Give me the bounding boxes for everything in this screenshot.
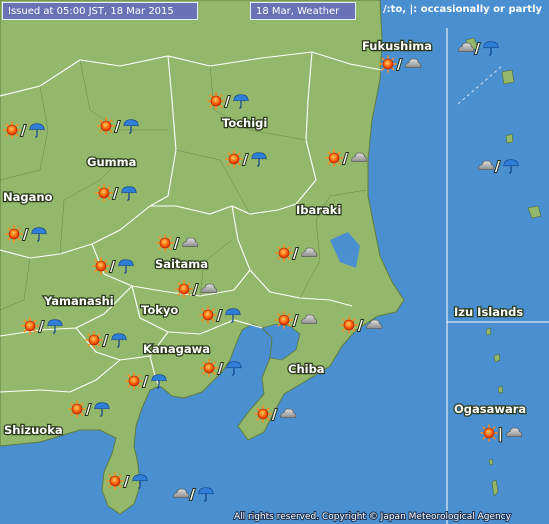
transition-mark: | xyxy=(498,427,503,442)
sun-icon xyxy=(97,117,115,135)
transition-mark: / xyxy=(397,58,402,73)
issued-time-badge: Issued at 05:00 JST, 18 Mar 2015 xyxy=(2,2,198,20)
transition-mark: / xyxy=(86,403,91,418)
transition-mark: / xyxy=(193,283,198,298)
transition-mark: / xyxy=(218,362,223,377)
sun-icon xyxy=(480,424,498,442)
transition-mark: / xyxy=(115,120,120,135)
label-izu-islands: Izu Islands xyxy=(454,305,523,319)
sun-icon xyxy=(21,317,39,335)
sun-icon xyxy=(200,359,218,377)
sun-icon xyxy=(95,184,113,202)
sun-icon xyxy=(3,121,21,139)
date-weather-badge: 18 Mar, Weather xyxy=(250,2,356,20)
transition-mark: / xyxy=(217,309,222,324)
label-tochigi: Tochigi xyxy=(222,116,267,130)
transition-mark: / xyxy=(293,314,298,329)
transition-mark: / xyxy=(475,42,480,57)
label-fukushima: Fukushima xyxy=(362,39,432,53)
transition-mark: / xyxy=(124,475,129,490)
sun-icon xyxy=(199,306,217,324)
transition-mark: / xyxy=(39,320,44,335)
sun-icon xyxy=(379,55,397,73)
transition-mark: / xyxy=(272,408,277,423)
weather-map: Fukushima Tochigi Gumma Nagano Ibaraki S… xyxy=(0,0,549,524)
label-gumma: Gumma xyxy=(87,155,136,169)
sun-icon xyxy=(5,225,23,243)
transition-mark: / xyxy=(190,488,195,503)
label-nagano: Nagano xyxy=(3,190,53,204)
transition-mark: / xyxy=(243,153,248,168)
sun-icon xyxy=(340,316,358,334)
transition-mark: / xyxy=(21,124,26,139)
legend-text: /:to, |: occasionally or partly xyxy=(383,4,543,15)
transition-mark: / xyxy=(103,334,108,349)
label-ibaraki: Ibaraki xyxy=(296,203,341,217)
sun-icon xyxy=(156,234,174,252)
label-kanagawa: Kanagawa xyxy=(143,342,210,356)
label-saitama: Saitama xyxy=(155,257,208,271)
transition-mark: / xyxy=(293,247,298,262)
transition-mark: / xyxy=(358,319,363,334)
sun-icon xyxy=(106,472,124,490)
sun-icon xyxy=(92,257,110,275)
sun-icon xyxy=(275,244,293,262)
transition-mark: / xyxy=(174,237,179,252)
transition-mark: / xyxy=(143,375,148,390)
sun-icon xyxy=(225,150,243,168)
copyright: All rights reserved. Copyright © Japan M… xyxy=(234,512,512,522)
label-tokyo: Tokyo xyxy=(141,303,178,317)
sun-icon xyxy=(85,331,103,349)
transition-mark: / xyxy=(23,228,28,243)
sun-icon xyxy=(125,372,143,390)
label-shizuoka: Shizuoka xyxy=(4,423,63,437)
label-chiba: Chiba xyxy=(288,362,325,376)
sun-icon xyxy=(68,400,86,418)
transition-mark: / xyxy=(495,160,500,175)
label-ogasawara: Ogasawara xyxy=(454,402,526,416)
sun-icon xyxy=(207,92,225,110)
sun-icon xyxy=(325,149,343,167)
transition-mark: / xyxy=(110,260,115,275)
transition-mark: / xyxy=(225,95,230,110)
transition-mark: / xyxy=(343,152,348,167)
transition-mark: / xyxy=(113,187,118,202)
sun-icon xyxy=(254,405,272,423)
label-yamanashi: Yamanashi xyxy=(43,294,114,308)
sun-icon xyxy=(275,311,293,329)
sun-icon xyxy=(175,280,193,298)
